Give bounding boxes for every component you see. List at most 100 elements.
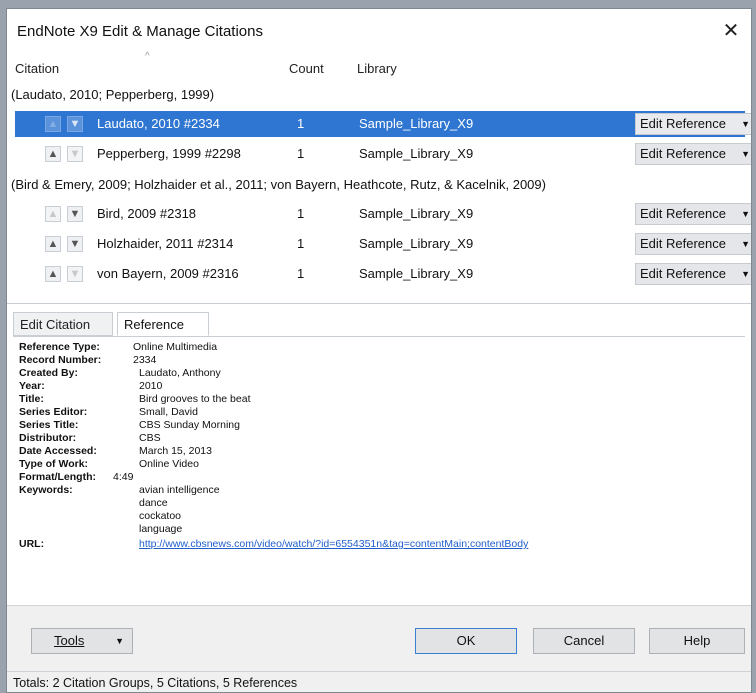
citation-library: Sample_Library_X9 bbox=[359, 266, 474, 281]
citation-row[interactable]: ▲ ▼ Pepperberg, 1999 #2298 1 Sample_Libr… bbox=[15, 141, 751, 167]
field-value: 4:49 bbox=[113, 471, 134, 483]
details-pane: Edit Citation Reference Reference Type: O… bbox=[7, 303, 751, 606]
reference-field: Distributor: CBS bbox=[19, 432, 161, 445]
chevron-down-icon: ▼ bbox=[741, 239, 750, 249]
field-value: 2334 bbox=[133, 354, 157, 366]
citation-group-label[interactable]: (Laudato, 2010; Pepperberg, 1999) bbox=[11, 87, 214, 102]
field-value: Small, David bbox=[139, 406, 198, 418]
citation-row[interactable]: ▲ ▼ Laudato, 2010 #2334 1 Sample_Library… bbox=[15, 111, 751, 137]
column-header-citation[interactable]: Citation bbox=[15, 61, 59, 76]
citation-text: von Bayern, 2009 #2316 bbox=[97, 266, 239, 281]
url-link[interactable]: http://www.cbsnews.com/video/watch/?id=6… bbox=[139, 538, 528, 551]
reference-field: Record Number: 2334 bbox=[19, 354, 156, 367]
citation-row[interactable]: ▲ ▼ Holzhaider, 2011 #2314 1 Sample_Libr… bbox=[15, 231, 751, 257]
field-value: CBS Sunday Morning bbox=[139, 419, 240, 431]
help-button[interactable]: Help bbox=[649, 628, 745, 654]
citation-count: 1 bbox=[297, 146, 305, 161]
chevron-down-icon: ▼ bbox=[741, 119, 750, 129]
edit-reference-button[interactable]: Edit Reference ▼ bbox=[635, 263, 751, 285]
field-label: URL: bbox=[19, 538, 45, 550]
field-value: Online Multimedia bbox=[133, 341, 218, 353]
field-label: Record Number: bbox=[19, 354, 102, 366]
tools-label: Tools bbox=[54, 633, 85, 648]
reference-field: Format/Length: 4:49 bbox=[19, 471, 133, 484]
up-arrow-icon: ▲ bbox=[45, 116, 61, 132]
citation-list: Citation ^ Count Library (Laudato, 2010;… bbox=[7, 51, 751, 303]
reference-field-keywords: Keywords: bbox=[19, 484, 73, 497]
status-bar: Totals: 2 Citation Groups, 5 Citations, … bbox=[7, 671, 751, 692]
citation-library: Sample_Library_X9 bbox=[359, 236, 474, 251]
button-bar: Tools ▼ OK Cancel Help bbox=[7, 605, 751, 672]
citation-group-label[interactable]: (Bird & Emery, 2009; Holzhaider et al., … bbox=[11, 177, 546, 192]
field-value: Laudato, Anthony bbox=[139, 367, 221, 379]
citation-text: Pepperberg, 1999 #2298 bbox=[97, 146, 241, 161]
reference-field: Type of Work: Online Video bbox=[19, 458, 199, 471]
chevron-down-icon: ▼ bbox=[115, 636, 124, 646]
tools-button[interactable]: Tools ▼ bbox=[31, 628, 133, 654]
close-icon[interactable]: ✕ bbox=[717, 17, 745, 45]
manage-citations-dialog: EndNote X9 Edit & Manage Citations ✕ Cit… bbox=[6, 8, 752, 693]
sort-indicator-icon: ^ bbox=[145, 51, 150, 62]
edit-reference-button[interactable]: Edit Reference ▼ bbox=[635, 233, 751, 255]
chevron-down-icon: ▼ bbox=[741, 209, 750, 219]
field-label: Year: bbox=[19, 380, 45, 392]
field-value: 2010 bbox=[139, 380, 163, 392]
citation-text: Bird, 2009 #2318 bbox=[97, 206, 197, 221]
edit-reference-label: Edit Reference bbox=[640, 116, 726, 131]
edit-reference-label: Edit Reference bbox=[640, 266, 726, 281]
reference-panel: Reference Type: Online Multimedia Record … bbox=[13, 336, 745, 605]
up-arrow-icon[interactable]: ▲ bbox=[45, 146, 61, 162]
citation-count: 1 bbox=[297, 266, 305, 281]
up-arrow-icon: ▲ bbox=[45, 206, 61, 222]
edit-reference-button[interactable]: Edit Reference ▼ bbox=[635, 113, 751, 135]
edit-reference-button[interactable]: Edit Reference ▼ bbox=[635, 203, 751, 225]
up-arrow-icon[interactable]: ▲ bbox=[45, 266, 61, 282]
field-label: Format/Length: bbox=[19, 471, 96, 483]
edit-reference-button[interactable]: Edit Reference ▼ bbox=[635, 143, 751, 165]
column-header-library[interactable]: Library bbox=[357, 61, 397, 76]
citation-row[interactable]: ▲ ▼ von Bayern, 2009 #2316 1 Sample_Libr… bbox=[15, 261, 751, 287]
column-header-count[interactable]: Count bbox=[289, 61, 324, 76]
citation-library: Sample_Library_X9 bbox=[359, 116, 474, 131]
tab-edit-citation[interactable]: Edit Citation bbox=[13, 312, 113, 336]
edit-reference-label: Edit Reference bbox=[640, 146, 726, 161]
field-label: Series Title: bbox=[19, 419, 79, 431]
tab-reference[interactable]: Reference bbox=[117, 312, 209, 336]
field-label: Series Editor: bbox=[19, 406, 88, 418]
field-value: March 15, 2013 bbox=[139, 445, 212, 457]
keyword: avian intelligence bbox=[139, 484, 220, 496]
field-label: Created By: bbox=[19, 367, 78, 379]
window-title: EndNote X9 Edit & Manage Citations bbox=[17, 23, 263, 40]
citation-library: Sample_Library_X9 bbox=[359, 206, 474, 221]
down-arrow-icon[interactable]: ▼ bbox=[67, 206, 83, 222]
reference-field: Series Editor: Small, David bbox=[19, 406, 198, 419]
citation-text: Laudato, 2010 #2334 bbox=[97, 116, 220, 131]
field-value: CBS bbox=[139, 432, 161, 444]
field-value: Bird grooves to the beat bbox=[139, 393, 251, 405]
chevron-down-icon: ▼ bbox=[741, 269, 750, 279]
down-arrow-icon: ▼ bbox=[67, 146, 83, 162]
reference-field: Date Accessed: March 15, 2013 bbox=[19, 445, 212, 458]
citation-count: 1 bbox=[297, 206, 305, 221]
cancel-button[interactable]: Cancel bbox=[533, 628, 635, 654]
citation-count: 1 bbox=[297, 116, 305, 131]
edit-reference-label: Edit Reference bbox=[640, 236, 726, 251]
citation-library: Sample_Library_X9 bbox=[359, 146, 474, 161]
up-arrow-icon[interactable]: ▲ bbox=[45, 236, 61, 252]
reference-field: Created By: Laudato, Anthony bbox=[19, 367, 221, 380]
citation-row[interactable]: ▲ ▼ Bird, 2009 #2318 1 Sample_Library_X9… bbox=[15, 201, 751, 227]
citation-count: 1 bbox=[297, 236, 305, 251]
field-value: Online Video bbox=[139, 458, 199, 470]
field-label: Distributor: bbox=[19, 432, 77, 444]
keyword: cockatoo bbox=[139, 510, 182, 522]
field-label: Type of Work: bbox=[19, 458, 89, 470]
down-arrow-icon[interactable]: ▼ bbox=[67, 236, 83, 252]
field-label: Title: bbox=[19, 393, 44, 405]
down-arrow-icon[interactable]: ▼ bbox=[67, 116, 83, 132]
reference-field: Year: 2010 bbox=[19, 380, 162, 393]
citation-text: Holzhaider, 2011 #2314 bbox=[97, 236, 234, 251]
down-arrow-icon: ▼ bbox=[67, 266, 83, 282]
ok-button[interactable]: OK bbox=[415, 628, 517, 654]
field-label: Date Accessed: bbox=[19, 445, 97, 457]
keyword: dance bbox=[139, 497, 168, 509]
